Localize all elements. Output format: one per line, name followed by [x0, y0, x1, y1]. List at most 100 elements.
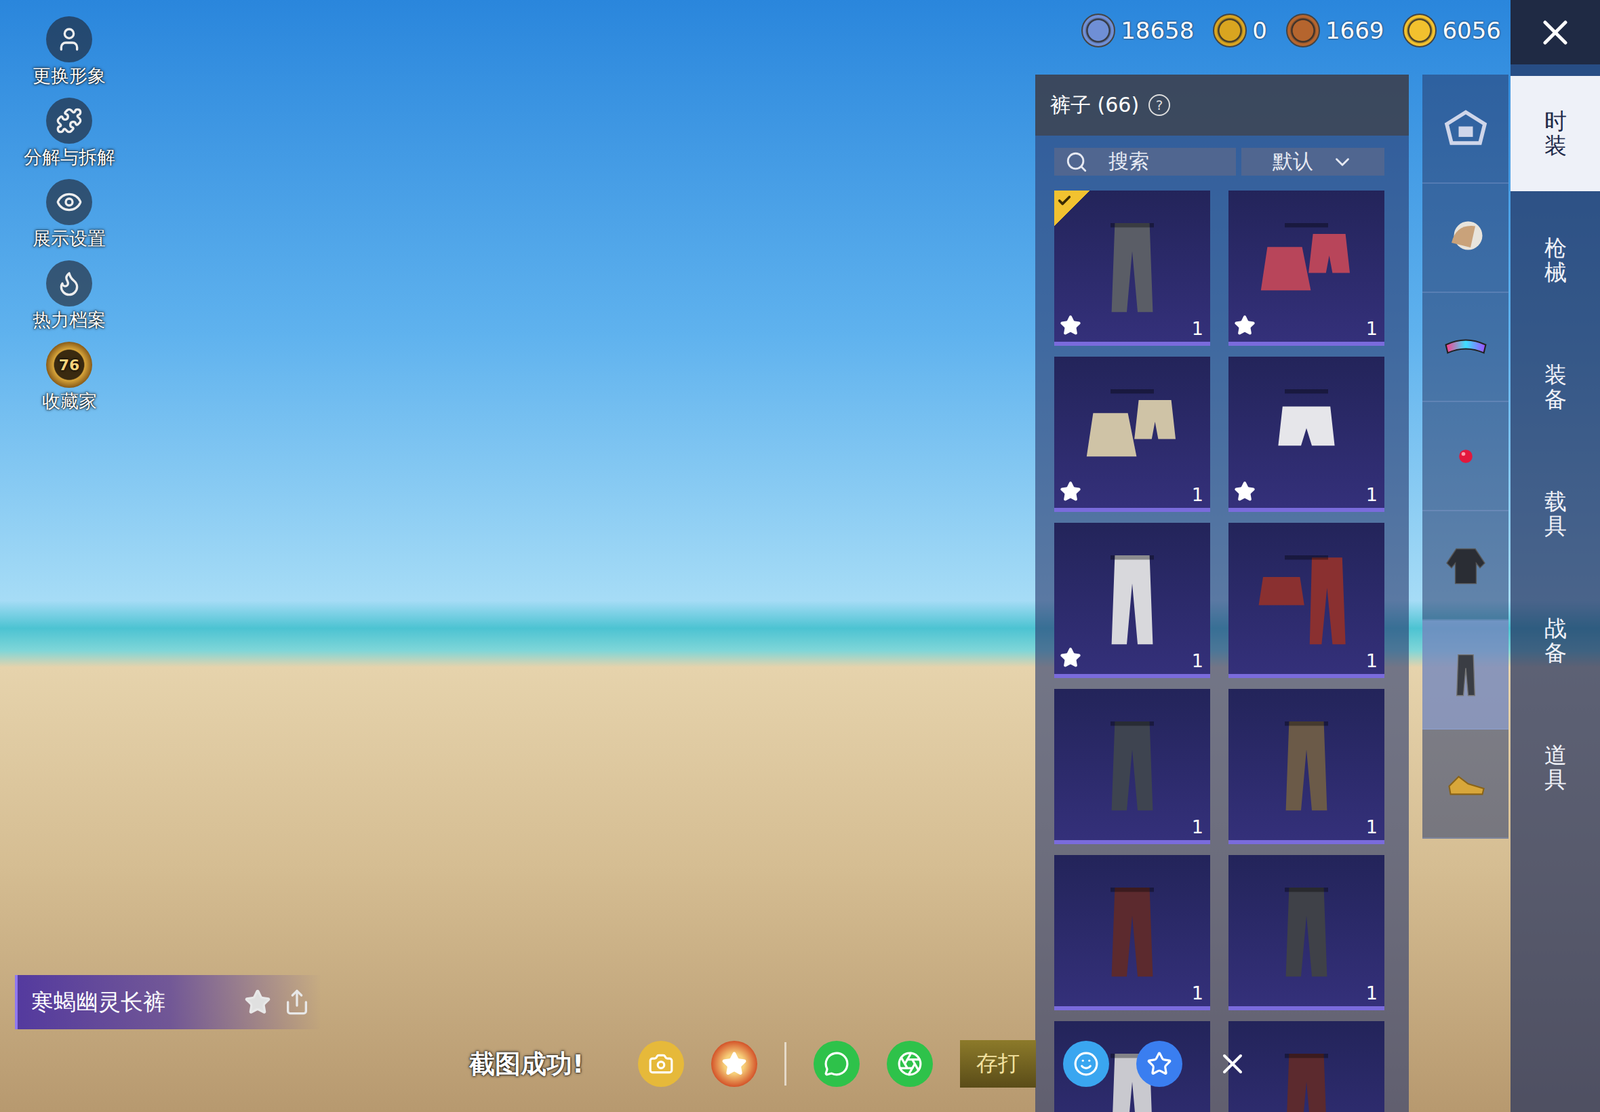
star-icon	[1233, 480, 1256, 503]
item-image-icon	[1252, 876, 1361, 986]
close-icon	[1216, 1047, 1249, 1080]
close-button[interactable]	[1510, 0, 1600, 65]
side-menu-item[interactable]: 76收藏家	[14, 341, 124, 415]
star-icon	[1059, 646, 1082, 669]
moments-button[interactable]	[886, 1040, 933, 1087]
category-cell[interactable]	[1422, 729, 1509, 839]
screenshot-button[interactable]	[637, 1040, 685, 1087]
star-mark	[1059, 646, 1082, 669]
star-mark	[1059, 480, 1082, 503]
qzone-icon	[1146, 1050, 1173, 1077]
item-card[interactable]: 1	[1054, 356, 1211, 512]
side-menu-item[interactable]: 更换形象	[14, 16, 124, 90]
item-count: 1	[1366, 816, 1378, 838]
item-count: 1	[1191, 317, 1204, 339]
close-icon	[1534, 12, 1576, 53]
category-cell[interactable]	[1422, 511, 1509, 621]
item-card[interactable]: 1	[1054, 688, 1211, 845]
hair-icon	[1442, 214, 1490, 262]
puzzle-icon	[55, 107, 83, 135]
side-menu-icon	[46, 97, 93, 144]
share-button[interactable]	[283, 988, 311, 1016]
star-icon	[244, 988, 272, 1016]
category-column	[1422, 74, 1509, 839]
flame-icon	[55, 269, 83, 297]
wardrobe-logo-icon	[1442, 105, 1490, 153]
pants-icon	[1442, 650, 1490, 699]
side-menu-item[interactable]: 展示设置	[14, 178, 124, 253]
side-menu-item[interactable]: 热力档案	[14, 260, 124, 334]
clown-nose-icon	[1442, 432, 1490, 480]
search-field[interactable]: 搜索	[1054, 147, 1236, 176]
camera-icon	[648, 1050, 674, 1077]
side-menu: 更换形象分解与拆解展示设置热力档案76收藏家	[14, 16, 124, 415]
side-menu-icon	[46, 260, 93, 307]
star-icon	[1059, 480, 1082, 503]
close-share-button[interactable]	[1209, 1040, 1256, 1087]
item-count: 1	[1191, 982, 1204, 1004]
coin-icon	[1212, 13, 1247, 48]
sort-dropdown[interactable]: 默认	[1241, 147, 1385, 176]
wechat-button[interactable]	[813, 1040, 860, 1087]
star-mark	[1233, 314, 1256, 337]
moments-icon	[896, 1050, 923, 1077]
item-count: 1	[1366, 982, 1378, 1004]
item-card[interactable]: 1	[1228, 688, 1385, 845]
item-panel: 裤子 (66)?搜索默认1111111111	[1035, 74, 1409, 1112]
qzone-button[interactable]	[1136, 1040, 1183, 1087]
currency-bar: 18658016696056	[1035, 0, 1511, 75]
tab[interactable]: 战备	[1510, 583, 1600, 699]
avatar-icon	[55, 25, 83, 53]
item-image-icon	[1077, 876, 1187, 986]
item-image-icon	[1077, 212, 1187, 321]
game-logo-icon	[721, 1050, 748, 1077]
toast-text: 截图成功!	[469, 1046, 584, 1082]
left-column: 更换形象分解与拆解展示设置热力档案76收藏家寒蝎幽灵长裤	[0, 0, 1036, 1112]
glasses-icon	[1442, 323, 1490, 371]
star-mark	[1059, 314, 1082, 337]
currency: 1669	[1286, 13, 1385, 48]
side-menu-item[interactable]: 分解与拆解	[14, 97, 124, 171]
category-cell[interactable]	[1422, 74, 1509, 184]
favorite-button[interactable]	[244, 988, 272, 1016]
qq-icon	[1073, 1050, 1099, 1077]
item-count: 1	[1191, 816, 1204, 838]
category-cell[interactable]	[1422, 183, 1509, 293]
tab[interactable]: 载具	[1510, 456, 1600, 572]
currency: 0	[1212, 13, 1268, 48]
panel-header: 裤子 (66)?	[1035, 74, 1409, 136]
currency: 18658	[1081, 13, 1194, 48]
category-cell[interactable]	[1422, 402, 1509, 512]
item-card[interactable]: 1	[1054, 522, 1211, 678]
panel-body: 搜索默认1111111111	[1035, 135, 1409, 1112]
tab[interactable]: 枪械	[1510, 202, 1600, 318]
main-row: 裤子 (66)?搜索默认1111111111	[1035, 74, 1511, 1112]
item-card[interactable]: 1	[1054, 190, 1211, 346]
shoes-icon	[1442, 760, 1490, 808]
item-card[interactable]: 1	[1228, 522, 1385, 678]
item-card[interactable]: 1	[1054, 854, 1211, 1011]
category-cell[interactable]	[1422, 292, 1509, 403]
item-count: 1	[1366, 650, 1378, 672]
tab[interactable]: 时装	[1510, 75, 1600, 192]
help-button[interactable]: ?	[1148, 94, 1171, 116]
item-card[interactable]: 1	[1228, 854, 1385, 1011]
save-button[interactable]: 存打	[960, 1040, 1036, 1088]
item-image-icon	[1252, 710, 1361, 819]
item-card[interactable]	[1228, 1021, 1385, 1112]
item-card[interactable]: 1	[1228, 190, 1385, 346]
screenshot-toast: 截图成功! 存打	[469, 1040, 1256, 1088]
share-icon	[283, 988, 311, 1016]
item-image-icon	[1252, 378, 1361, 487]
item-image-icon	[1252, 212, 1361, 321]
item-count: 1	[1191, 484, 1204, 506]
tab[interactable]: 装备	[1510, 329, 1600, 445]
tab[interactable]: 道具	[1510, 709, 1600, 826]
item-card[interactable]: 1	[1228, 356, 1385, 512]
item-count: 1	[1366, 317, 1378, 339]
tab-column: 时装枪械装备载具战备道具	[1510, 0, 1600, 1112]
game-share-button[interactable]	[711, 1040, 758, 1087]
equipped-mark	[1054, 190, 1090, 226]
qq-button[interactable]	[1063, 1040, 1110, 1087]
category-cell[interactable]	[1422, 620, 1509, 730]
